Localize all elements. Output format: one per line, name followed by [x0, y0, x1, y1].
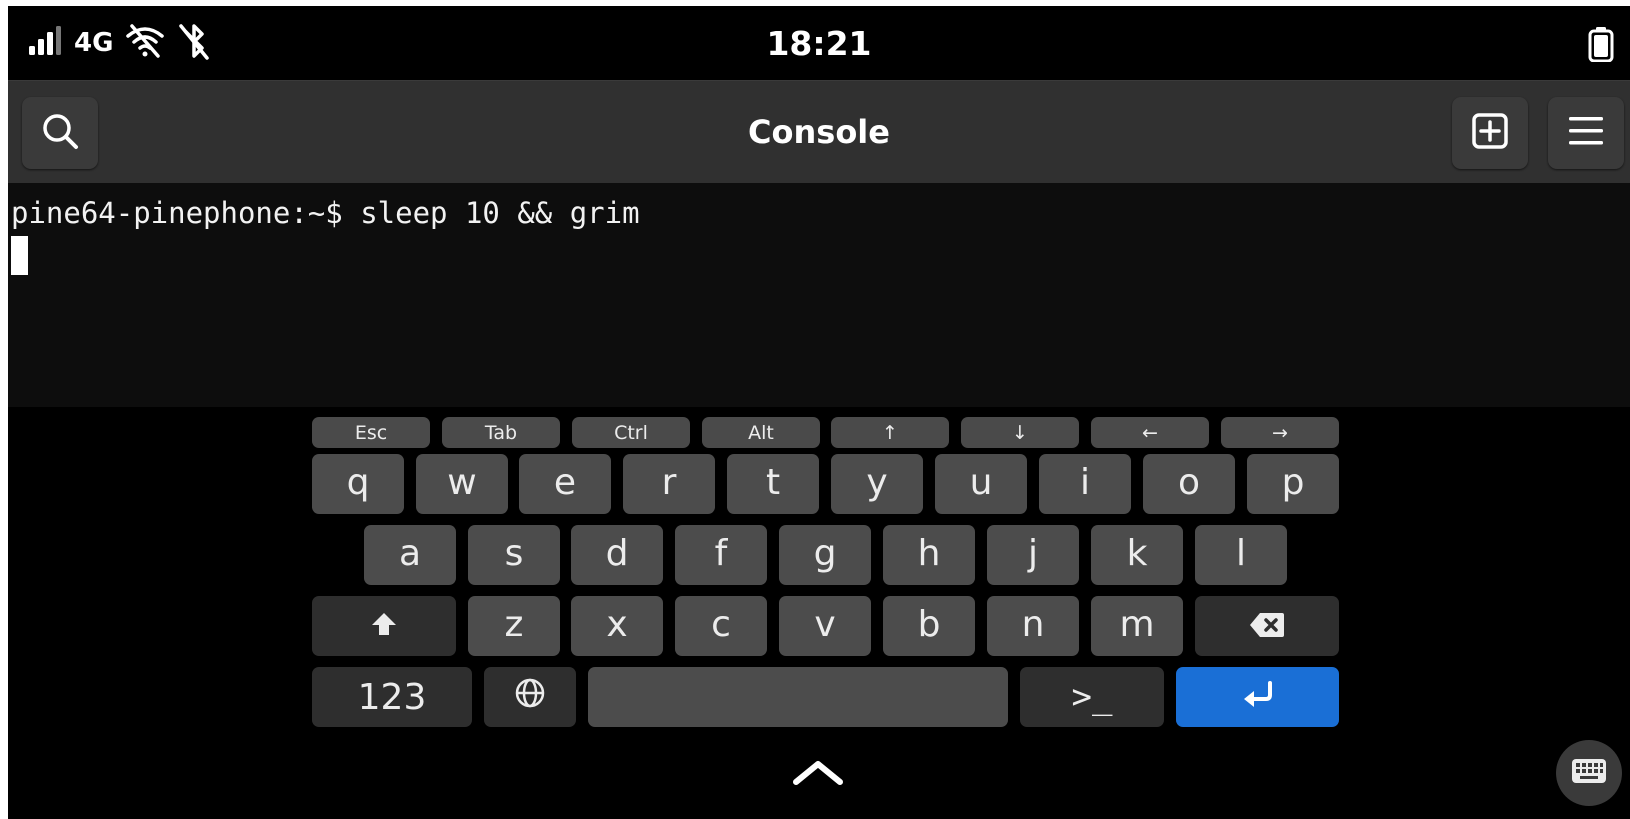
key-l[interactable]: l: [1195, 525, 1287, 585]
key-y[interactable]: y: [831, 454, 923, 514]
shift-icon: [370, 606, 398, 647]
backspace-key[interactable]: [1195, 596, 1339, 656]
key-tab[interactable]: Tab: [442, 417, 560, 448]
space-key[interactable]: [588, 667, 1008, 727]
terminal-area[interactable]: pine64-pinephone:~$ sleep 10 && grim: [8, 183, 1630, 407]
key-g[interactable]: g: [779, 525, 871, 585]
terminal-key[interactable]: >_: [1020, 667, 1164, 727]
key-arrow-up[interactable]: ↑: [831, 417, 949, 448]
keyboard-toggle-button[interactable]: [1556, 740, 1622, 806]
key-v[interactable]: v: [779, 596, 871, 656]
key-z[interactable]: z: [468, 596, 560, 656]
new-tab-icon: [1471, 112, 1509, 154]
menu-icon: [1567, 115, 1605, 151]
window-title: Console: [748, 113, 890, 151]
key-b[interactable]: b: [883, 596, 975, 656]
key-m[interactable]: m: [1091, 596, 1183, 656]
key-a[interactable]: a: [364, 525, 456, 585]
key-j[interactable]: j: [987, 525, 1079, 585]
clock: 18:21: [766, 24, 872, 63]
key-e[interactable]: e: [519, 454, 611, 514]
key-alt[interactable]: Alt: [702, 417, 820, 448]
phone-screen: 4G 18:21 Console pine64-pinephone:~$ sle…: [8, 6, 1630, 819]
globe-icon: [514, 677, 546, 718]
key-q[interactable]: q: [312, 454, 404, 514]
menu-button[interactable]: [1548, 97, 1624, 169]
expand-chevron-icon[interactable]: [792, 758, 844, 790]
numbers-key[interactable]: 123: [312, 667, 472, 727]
battery-icon: [1588, 26, 1614, 66]
key-x[interactable]: x: [571, 596, 663, 656]
key-i[interactable]: i: [1039, 454, 1131, 514]
enter-key[interactable]: [1176, 667, 1339, 727]
header-bar: Console: [8, 80, 1630, 184]
key-c[interactable]: c: [675, 596, 767, 656]
key-n[interactable]: n: [987, 596, 1079, 656]
shift-key[interactable]: [312, 596, 456, 656]
key-d[interactable]: d: [571, 525, 663, 585]
key-u[interactable]: u: [935, 454, 1027, 514]
terminal-prompt-line: pine64-pinephone:~$ sleep 10 && grim: [11, 196, 640, 230]
key-r[interactable]: r: [623, 454, 715, 514]
on-screen-keyboard: Esc Tab Ctrl Alt ↑ ↓ ← → q w e r t y u i…: [8, 407, 1630, 819]
key-w[interactable]: w: [416, 454, 508, 514]
language-key[interactable]: [484, 667, 576, 727]
backspace-icon: [1249, 606, 1285, 647]
keyboard-icon: [1571, 758, 1607, 788]
key-arrow-left[interactable]: ←: [1091, 417, 1209, 448]
key-o[interactable]: o: [1143, 454, 1235, 514]
enter-icon: [1240, 680, 1276, 714]
key-arrow-right[interactable]: →: [1221, 417, 1339, 448]
key-esc[interactable]: Esc: [312, 417, 430, 448]
key-ctrl[interactable]: Ctrl: [572, 417, 690, 448]
new-tab-button[interactable]: [1452, 97, 1528, 169]
terminal-cursor: [11, 236, 28, 275]
key-t[interactable]: t: [727, 454, 819, 514]
key-h[interactable]: h: [883, 525, 975, 585]
key-s[interactable]: s: [468, 525, 560, 585]
key-f[interactable]: f: [675, 525, 767, 585]
status-bar: 4G 18:21: [8, 6, 1630, 80]
key-k[interactable]: k: [1091, 525, 1183, 585]
key-p[interactable]: p: [1247, 454, 1339, 514]
key-arrow-down[interactable]: ↓: [961, 417, 1079, 448]
